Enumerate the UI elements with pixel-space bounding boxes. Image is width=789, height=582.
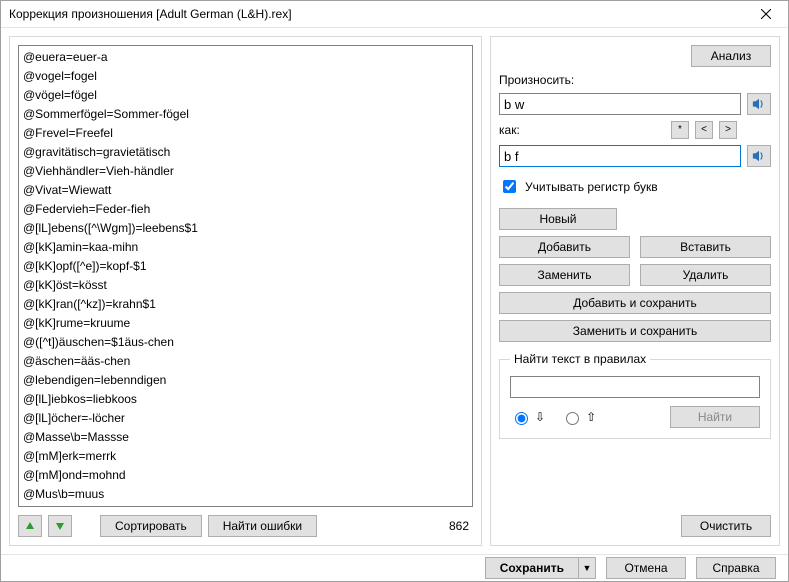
window-title: Коррекция произношения [Adult German (L&… [9,7,746,21]
speaker-icon [752,97,766,111]
list-item[interactable]: @[kK]öst=kösst [23,276,468,295]
list-item[interactable]: @Viehhändler=Vieh-händler [23,162,468,181]
list-item[interactable]: @vögel=fögel [23,86,468,105]
list-item[interactable]: @Sommerfögel=Sommer-fögel [23,105,468,124]
prev-button[interactable]: < [695,121,713,139]
delete-button[interactable]: Удалить [640,264,771,286]
search-down-radio[interactable]: ⇩ [510,409,545,425]
dialog-window: Коррекция произношения [Adult German (L&… [0,0,789,582]
list-item[interactable]: @[mM]erk=merrk [23,447,468,466]
find-group-legend: Найти текст в правилах [510,352,650,366]
list-item[interactable]: @Mus\b=muus [23,485,468,504]
arrow-down-icon [55,521,65,531]
find-input[interactable] [510,376,760,398]
analysis-button[interactable]: Анализ [691,45,771,67]
as-input[interactable] [499,145,741,167]
list-item[interactable]: @[kK]opf([^e])=kopf-$1 [23,257,468,276]
list-item[interactable]: @vogel=fogel [23,67,468,86]
add-button[interactable]: Добавить [499,236,630,258]
arrow-down-icon: ⇩ [535,410,545,424]
right-pane: Анализ Произносить: как: * < > [490,36,780,546]
find-errors-button[interactable]: Найти ошибки [208,515,317,537]
cancel-button[interactable]: Отмена [606,557,686,579]
sort-button[interactable]: Сортировать [100,515,202,537]
search-up-radio-input[interactable] [566,412,579,425]
list-item[interactable]: @([^t])äuschen=$1äus-chen [23,333,468,352]
case-sensitive-checkbox[interactable] [503,180,516,193]
list-item[interactable]: @[lL]ebens([^\Wgm])=leebens$1 [23,219,468,238]
content-area: @euera=euer-a@vogel=fogel@vögel=fögel@So… [1,28,788,554]
titlebar: Коррекция произношения [Adult German (L&… [1,1,788,28]
list-item[interactable]: @euera=euer-a [23,48,468,67]
save-button[interactable]: Сохранить [485,557,578,579]
pronounce-label: Произносить: [499,73,771,87]
list-item[interactable]: @Federvieh=Feder-fieh [23,200,468,219]
search-up-radio[interactable]: ⇧ [561,409,596,425]
case-sensitive-label[interactable]: Учитывать регистр букв [525,180,658,194]
replace-button[interactable]: Заменить [499,264,630,286]
clear-button[interactable]: Очистить [681,515,771,537]
pronounce-input[interactable] [499,93,741,115]
arrow-up-icon [25,521,35,531]
rules-listbox[interactable]: @euera=euer-a@vogel=fogel@vögel=fögel@So… [18,45,473,507]
list-item[interactable]: @[kK]rume=kruume [23,314,468,333]
replace-save-button[interactable]: Заменить и сохранить [499,320,771,342]
list-item[interactable]: @Masse\b=Massse [23,428,468,447]
list-item[interactable]: @lebendigen=lebenndigen [23,371,468,390]
list-item[interactable]: @[lL]öcher=-löcher [23,409,468,428]
speak-as-button[interactable] [747,145,771,167]
rules-count: 862 [449,519,469,533]
list-item[interactable]: @äschen=ääs-chen [23,352,468,371]
left-pane: @euera=euer-a@vogel=fogel@vögel=fögel@So… [9,36,482,546]
left-toolbar: Сортировать Найти ошибки 862 [18,515,473,537]
save-dropdown[interactable]: ▼ [578,557,596,579]
move-up-button[interactable] [18,515,42,537]
move-down-button[interactable] [48,515,72,537]
new-button[interactable]: Новый [499,208,617,230]
list-item[interactable]: @[kK]ran([^kz])=krahn$1 [23,295,468,314]
list-item[interactable]: @Frevel=Freefel [23,124,468,143]
find-group: Найти текст в правилах ⇩ ⇧ Найти [499,352,771,439]
save-split-button[interactable]: Сохранить ▼ [485,557,596,579]
as-label: как: [499,123,520,137]
help-button[interactable]: Справка [696,557,776,579]
list-item[interactable]: @[lL]iebkos=liebkoos [23,390,468,409]
list-item[interactable]: @[mM]ond=mohnd [23,466,468,485]
list-item[interactable]: @[kK]amin=kaa-mihn [23,238,468,257]
arrow-up-icon: ⇧ [586,410,596,424]
list-item[interactable]: @Vivat=Wiewatt [23,181,468,200]
next-button[interactable]: > [719,121,737,139]
speaker-icon [752,149,766,163]
insert-button[interactable]: Вставить [640,236,771,258]
regex-helper-button[interactable]: * [671,121,689,139]
search-down-radio-input[interactable] [515,412,528,425]
add-save-button[interactable]: Добавить и сохранить [499,292,771,314]
find-button[interactable]: Найти [670,406,760,428]
footer-bar: Сохранить ▼ Отмена Справка [1,554,788,581]
close-icon [761,9,771,19]
list-item[interactable]: @gravitätisch=gravietätisch [23,143,468,162]
speak-pronounce-button[interactable] [747,93,771,115]
close-button[interactable] [746,1,786,27]
